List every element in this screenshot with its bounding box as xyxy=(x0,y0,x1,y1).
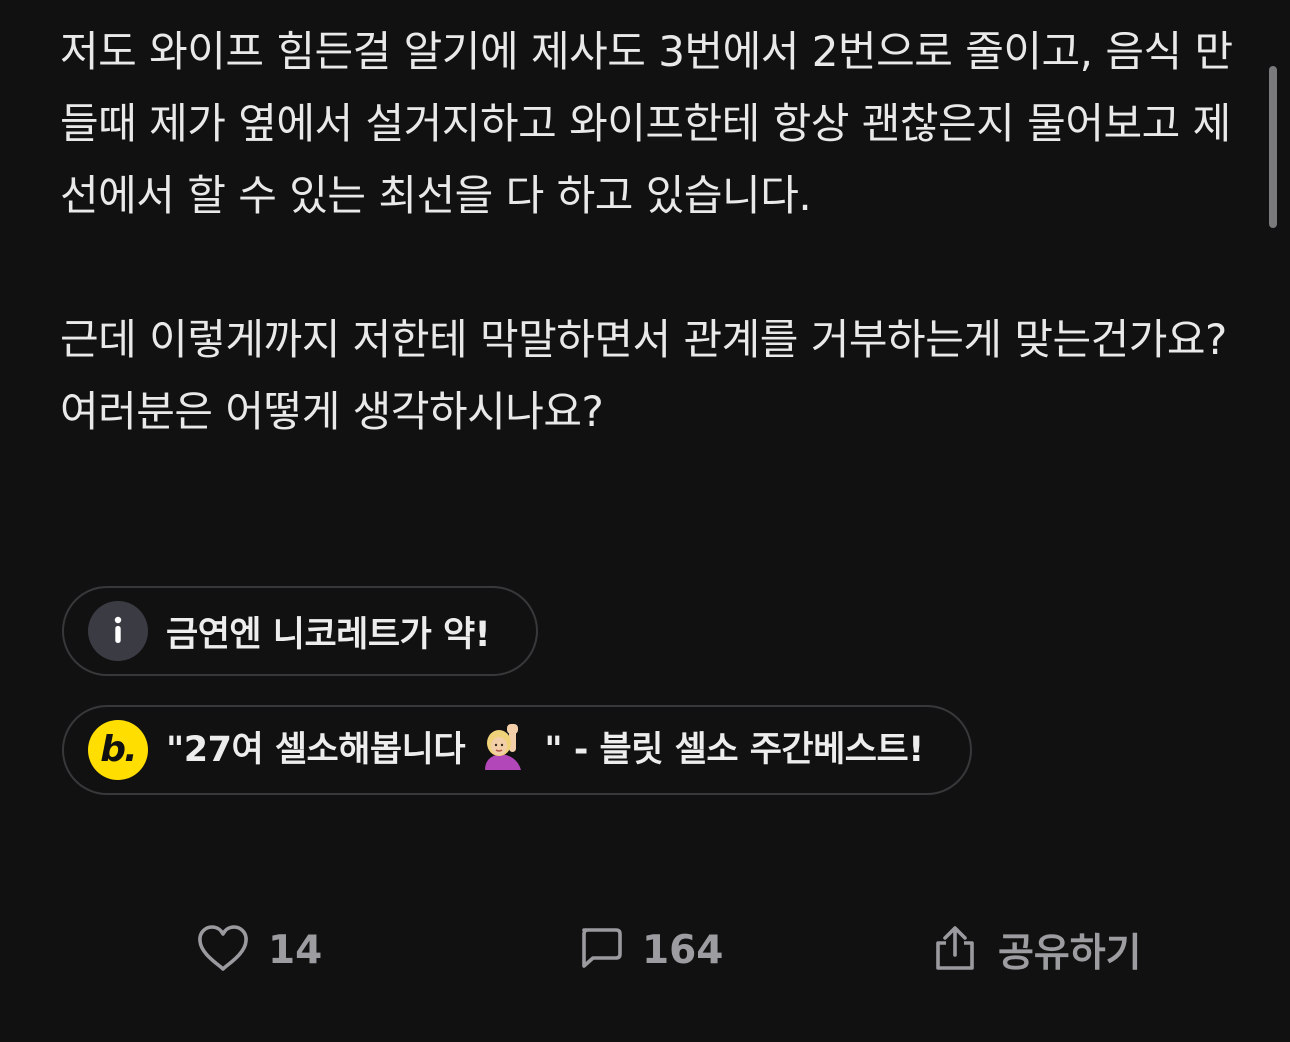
banner-weekly-best[interactable]: b. "27여 셀소해봅니다 " - 블릿 셀소 주간베스트! xyxy=(62,705,972,795)
post-actions-bar: 14 164 공유하기 xyxy=(0,920,1290,980)
comment-button[interactable]: 164 xyxy=(576,920,723,980)
comment-count: 164 xyxy=(642,927,724,973)
like-count: 14 xyxy=(268,927,323,973)
share-icon xyxy=(930,923,980,977)
banner-text-after: " - 블릿 셀소 주간베스트! xyxy=(544,729,924,770)
scrollbar-thumb[interactable] xyxy=(1269,66,1277,228)
raising-hand-emoji xyxy=(479,722,527,779)
blind-logo-letter: b. xyxy=(100,728,137,770)
blind-logo-icon: b. xyxy=(88,720,148,780)
banner-label: 금연엔 니코레트가 약! xyxy=(166,614,491,655)
comment-icon xyxy=(576,924,624,976)
ad-banner-nicorette[interactable]: 금연엔 니코레트가 약! xyxy=(62,586,538,676)
post-detail-page: 저도 와이프 힘든걸 알기에 제사도 3번에서 2번으로 줄이고, 음식 만들때… xyxy=(0,0,1290,1042)
post-paragraph: 여러분은 어떻게 생각하시나요? xyxy=(60,387,604,436)
banner-label: "27여 셀소해봅니다 " - 블릿 셀소 주간베스트! xyxy=(166,721,924,780)
banner-text-before: "27여 셀소해봅니다 xyxy=(166,729,466,770)
post-body: 저도 와이프 힘든걸 알기에 제사도 3번에서 2번으로 줄이고, 음식 만들때… xyxy=(60,16,1250,448)
heart-icon xyxy=(196,923,250,977)
share-label: 공유하기 xyxy=(998,931,1142,976)
share-button[interactable]: 공유하기 xyxy=(930,920,1142,980)
post-paragraph: 근데 이렇게까지 저한테 막말하면서 관계를 거부하는게 맞는건가요? xyxy=(60,315,1227,364)
like-button[interactable]: 14 xyxy=(196,920,322,980)
post-paragraph: 저도 와이프 힘든걸 알기에 제사도 3번에서 2번으로 줄이고, 음식 만들때… xyxy=(60,27,1233,220)
info-icon xyxy=(88,601,148,661)
